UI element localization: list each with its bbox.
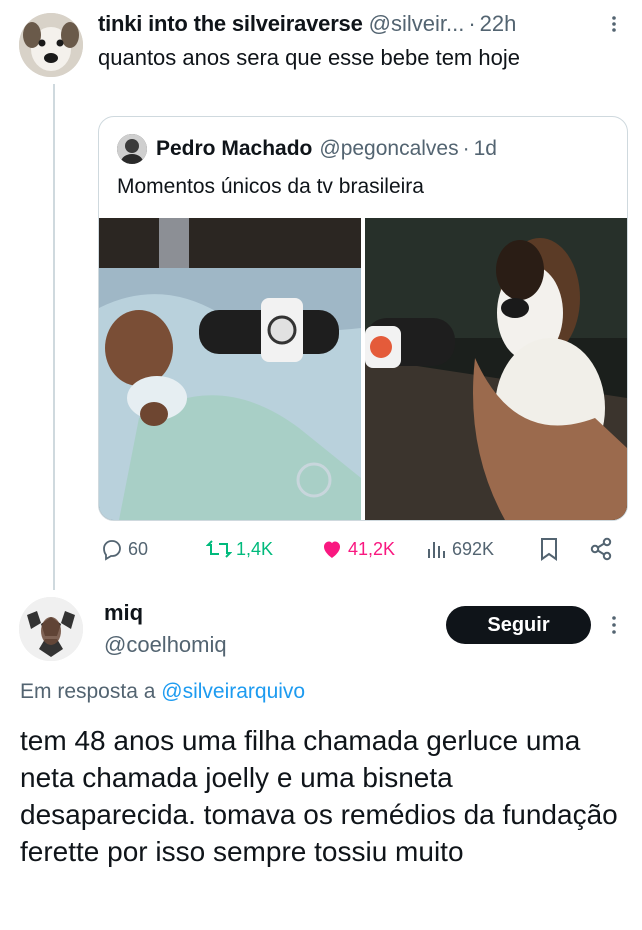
- views-button[interactable]: 692K: [426, 534, 494, 564]
- like-button[interactable]: 41,2K: [320, 534, 395, 564]
- quoted-media-grid: [99, 218, 627, 520]
- in-reply-handle-link[interactable]: @silveirarquivo: [161, 680, 305, 703]
- views-icon: [428, 542, 445, 558]
- reply-count: 60: [128, 538, 149, 559]
- parent-action-bar: 60 1,4K 41,2K 692K: [100, 534, 620, 564]
- quoted-tweet-header: Pedro Machado @pegoncalves · 1d: [117, 131, 497, 167]
- share-icon: [590, 537, 612, 561]
- soccer-ball-avatar-image: [19, 597, 83, 661]
- bookmark-icon: [541, 538, 557, 561]
- in-reply-to: Em resposta a @silveirarquivo: [20, 680, 305, 704]
- share-button[interactable]: [588, 534, 614, 564]
- quoted-timestamp: 1d: [473, 137, 497, 160]
- reply-tweet-text: tem 48 anos uma filha chamada gerluce um…: [20, 725, 618, 867]
- parent-handle[interactable]: @silveir...: [369, 11, 465, 37]
- parent-display-name[interactable]: tinki into the silveiraverse: [98, 11, 363, 37]
- parent-separator: ·: [468, 11, 476, 36]
- in-reply-prefix: Em resposta a: [20, 680, 156, 703]
- parent-avatar[interactable]: [19, 13, 83, 77]
- reply-icon: [103, 540, 121, 561]
- bookmark-button[interactable]: [538, 534, 560, 564]
- reply-header: miq: [104, 600, 143, 626]
- quoted-separator: ·: [462, 137, 470, 160]
- reply-more-icon[interactable]: [606, 614, 622, 636]
- like-count: 41,2K: [348, 538, 396, 559]
- parent-tweet-text: quantos anos sera que esse bebe tem hoje: [98, 45, 520, 70]
- reply-display-name[interactable]: miq: [104, 600, 143, 625]
- dog-avatar-image: [19, 13, 83, 77]
- reply-button[interactable]: 60: [100, 534, 148, 564]
- parent-timestamp[interactable]: 22h: [480, 11, 517, 37]
- views-count: 692K: [452, 538, 495, 559]
- heart-icon: [324, 541, 340, 558]
- quoted-display-name: Pedro Machado: [156, 137, 313, 160]
- quoted-tweet-card[interactable]: Pedro Machado @pegoncalves · 1d Momentos…: [98, 116, 628, 521]
- repost-button[interactable]: 1,4K: [206, 534, 273, 564]
- reply-avatar[interactable]: [19, 597, 83, 661]
- repost-icon: [206, 540, 232, 558]
- repost-count: 1,4K: [236, 538, 274, 559]
- reply-handle[interactable]: @coelhomiq: [104, 632, 227, 658]
- media-image-baby[interactable]: [99, 218, 361, 520]
- parent-tweet-header: tinki into the silveiraverse @silveir...…: [98, 10, 618, 38]
- quoted-handle: @pegoncalves: [319, 137, 459, 160]
- thread-connector-line: [53, 84, 55, 590]
- quoted-tweet-text: Momentos únicos da tv brasileira: [117, 175, 424, 198]
- follow-button[interactable]: Seguir: [446, 606, 591, 644]
- quoted-avatar: [117, 134, 147, 164]
- media-image-dog[interactable]: [365, 218, 627, 520]
- parent-more-icon[interactable]: [606, 14, 622, 34]
